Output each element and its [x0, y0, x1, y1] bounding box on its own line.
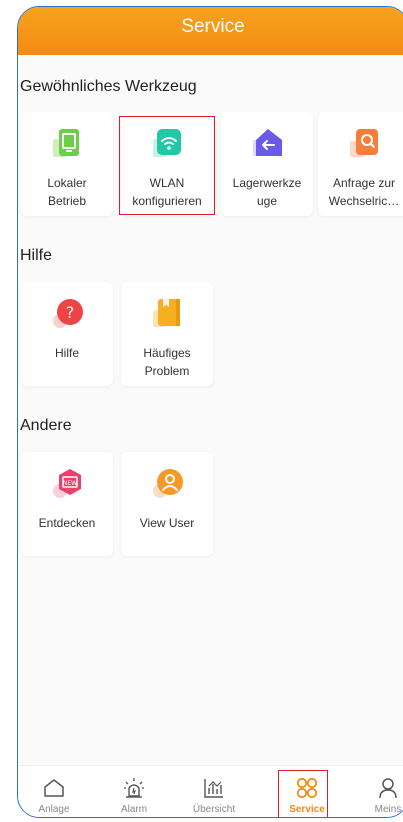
tab-label: Meins — [374, 804, 402, 815]
bottom-tab-bar: Anlage Alarm Übersicht Service Meins — [18, 765, 403, 817]
tool-label: WLAN konfigurieren — [132, 176, 202, 208]
tool-inverter-query[interactable]: Anfrage zur Wechselric… — [318, 112, 403, 216]
section-title-other: Andere — [20, 417, 72, 434]
home-icon — [44, 779, 64, 797]
faq-book-icon — [153, 299, 180, 327]
help-item[interactable]: ? Hilfe — [21, 282, 113, 386]
header-bar: Service — [18, 7, 403, 55]
tab-service[interactable]: Service — [277, 766, 337, 817]
tool-wlan-config[interactable]: WLAN konfigurieren — [121, 112, 213, 216]
section-title-tools: Gewöhnliches Werkzeug — [20, 78, 197, 95]
view-user-label: View User — [139, 516, 195, 530]
tool-label: Lagerwerkze uge — [232, 176, 302, 208]
tab-meins[interactable]: Meins — [358, 766, 403, 817]
discover-icon: NEW — [53, 469, 81, 498]
tab-label: Anlage — [38, 804, 70, 815]
local-operation-icon — [53, 129, 79, 157]
svg-text:NEW: NEW — [63, 480, 77, 487]
tool-label: Anfrage zur Wechselric… — [328, 176, 400, 208]
warehouse-tools-icon — [253, 129, 282, 156]
tab-anlage[interactable]: Anlage — [24, 766, 84, 817]
person-icon — [379, 778, 397, 799]
faq-item[interactable]: Häufiges Problem — [121, 282, 213, 386]
tab-label: Alarm — [120, 804, 148, 815]
view-user-item[interactable]: View User — [121, 452, 213, 556]
phone-frame: Service Gewöhnliches Werkzeug Lokaler Be… — [17, 6, 403, 818]
user-icon — [153, 469, 183, 498]
tool-local-operation[interactable]: Lokaler Betrieb — [21, 112, 113, 216]
discover-item[interactable]: NEW Entdecken — [21, 452, 113, 556]
svg-text:?: ? — [66, 303, 75, 322]
page-title: Service — [181, 16, 245, 37]
help-label: Hilfe — [54, 346, 79, 360]
help-icon: ? — [53, 299, 83, 328]
tab-label: Übersicht — [192, 804, 236, 815]
section-title-help: Hilfe — [20, 247, 53, 264]
tab-alarm[interactable]: Alarm — [104, 766, 164, 817]
inverter-query-icon — [350, 129, 378, 157]
tool-label: Lokaler Betrieb — [47, 176, 87, 208]
tab-label: Service — [289, 804, 325, 815]
chart-icon — [204, 779, 223, 798]
tab-uebersicht[interactable]: Übersicht — [184, 766, 244, 817]
tool-warehouse[interactable]: Lagerwerkze uge — [221, 112, 313, 216]
faq-label: Häufiges Problem — [143, 346, 191, 378]
alarm-icon — [124, 778, 144, 798]
discover-label: Entdecken — [38, 516, 96, 530]
wifi-icon — [153, 129, 181, 157]
service-grid-icon — [296, 777, 318, 799]
